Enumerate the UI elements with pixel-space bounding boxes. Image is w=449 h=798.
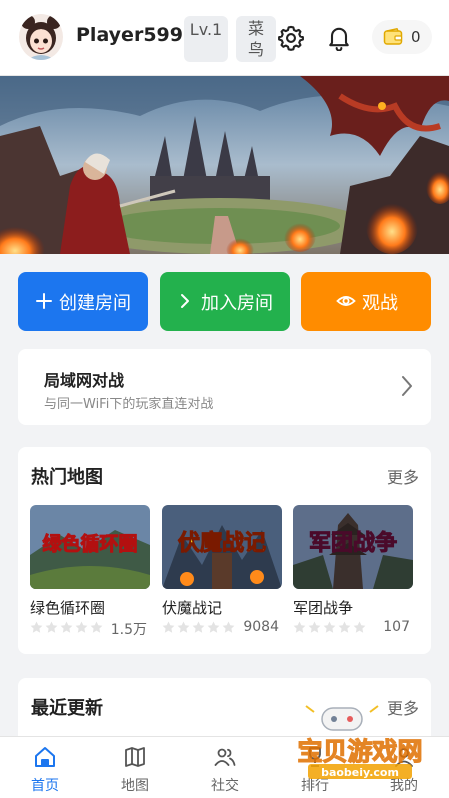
spectate-label: 观战: [362, 293, 398, 314]
join-room-button[interactable]: 加入房间: [160, 272, 290, 331]
map-thumb-text: 伏魔战记: [178, 530, 266, 556]
map-name: 绿色循环圈: [30, 599, 106, 617]
tab-home[interactable]: 首页: [0, 737, 90, 798]
hot-maps-section: 热门地图 更多 绿色循环圈 绿色循环圈 1.5万 伏魔战记 伏魔战记 9084 …: [18, 447, 431, 654]
chevron-right-icon: [402, 376, 412, 396]
banner-carousel[interactable]: [0, 76, 449, 254]
lan-battle-title: 局域网对战: [44, 371, 125, 390]
tab-social-label: 社交: [211, 778, 239, 794]
tab-home-label: 首页: [31, 778, 59, 794]
eye-icon: [336, 296, 356, 306]
map-thumbnail: 伏魔战记: [162, 505, 282, 589]
map-name: 军团战争: [293, 599, 354, 617]
tab-social[interactable]: 社交: [180, 737, 270, 798]
map-name: 伏魔战记: [162, 599, 223, 617]
tab-map-label: 地图: [121, 778, 149, 794]
tab-map[interactable]: 地图: [90, 737, 180, 798]
rating-stars: [162, 621, 235, 633]
rating-stars: [30, 621, 103, 633]
plus-icon: [36, 293, 52, 309]
map-thumb-text: 军团战争: [309, 530, 397, 556]
hot-maps-more-link[interactable]: 更多: [387, 464, 419, 488]
rank-badge-line2: 鸟: [247, 40, 264, 59]
banner-image: [0, 76, 449, 254]
watermark-url: baobeiy.com: [321, 766, 399, 779]
watermark-title: 宝贝游戏网: [297, 737, 422, 766]
map-thumbnail: 军团战争: [293, 505, 413, 589]
gear-icon[interactable]: [277, 24, 305, 52]
rank-badge: 菜 鸟: [236, 16, 276, 62]
top-header: Player5991 Lv.1 菜 鸟 0: [0, 0, 449, 76]
site-watermark: 宝贝游戏网 baobeiy.com: [297, 705, 423, 779]
map-thumbnail: 绿色循环圈: [30, 505, 150, 589]
play-count: 9084: [243, 619, 279, 635]
wallet-icon: [383, 28, 403, 45]
map-thumb-text: 绿色循环圈: [42, 532, 137, 555]
bell-icon[interactable]: [325, 23, 353, 51]
create-room-button[interactable]: 创建房间: [18, 272, 148, 331]
coin-balance[interactable]: 0: [372, 20, 432, 54]
coin-count: 0: [411, 28, 421, 46]
lan-battle-card[interactable]: 局域网对战 与同一WiFi下的玩家直连对战: [18, 349, 431, 425]
join-room-label: 加入房间: [201, 293, 273, 314]
recent-updates-title: 最近更新: [31, 698, 103, 719]
users-icon: [214, 748, 236, 766]
hot-maps-title: 热门地图: [31, 467, 103, 488]
create-room-label: 创建房间: [59, 293, 131, 314]
rating-stars: [293, 621, 366, 633]
chevron-right-icon: [181, 294, 189, 308]
home-icon: [35, 747, 55, 767]
username: Player5991: [76, 24, 197, 46]
level-badge: Lv.1: [184, 16, 228, 62]
lan-battle-subtitle: 与同一WiFi下的玩家直连对战: [44, 397, 214, 412]
spectate-button[interactable]: 观战: [301, 272, 431, 331]
map-icon: [125, 747, 145, 767]
rank-badge-line1: 菜: [247, 19, 264, 38]
play-count: 1.5万: [110, 622, 147, 638]
play-count: 107: [383, 619, 410, 635]
avatar[interactable]: [19, 14, 63, 60]
